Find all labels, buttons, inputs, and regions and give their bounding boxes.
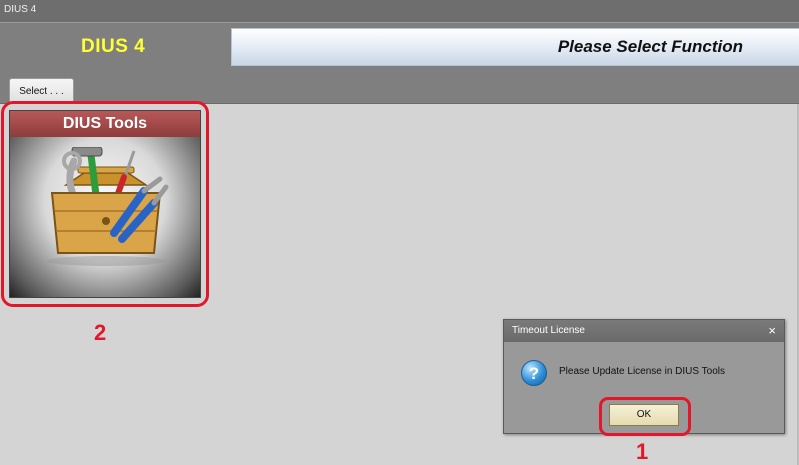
function-prompt: Please Select Function (557, 37, 743, 56)
ok-button[interactable]: OK (609, 404, 679, 426)
dius-tools-tile[interactable]: DIUS Tools (9, 110, 201, 298)
app-header: DIUS 4 Please Select Function Select . .… (0, 22, 799, 104)
window-titlebar: DIUS 4 (0, 0, 799, 22)
close-icon[interactable]: × (768, 320, 776, 342)
annotation-marker-1: 1 (636, 439, 649, 464)
dialog-title: Timeout License (512, 325, 585, 336)
dialog-titlebar: Timeout License (504, 320, 784, 342)
dialog-message: Please Update License in DIUS Tools (559, 366, 726, 377)
annotation-marker-2: 2 (94, 320, 107, 345)
question-icon: ? (521, 360, 547, 386)
tile-title: DIUS Tools (10, 111, 200, 137)
function-banner: Please Select Function (231, 28, 799, 66)
window-title: DIUS 4 (4, 4, 37, 15)
app-name: DIUS 4 (81, 36, 146, 57)
toolbox-icon (46, 147, 169, 266)
